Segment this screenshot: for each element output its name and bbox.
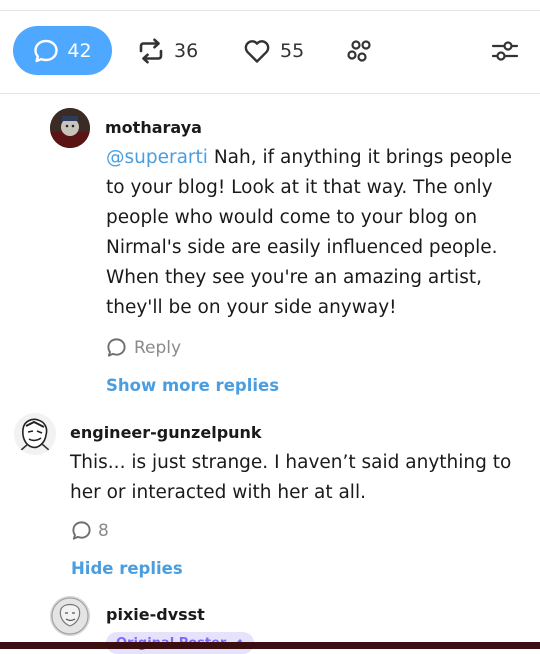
bottom-bar: [0, 642, 540, 649]
comment-icon: [33, 38, 59, 64]
hide-replies-link[interactable]: Hide replies: [71, 559, 183, 578]
show-more-replies-link[interactable]: Show more replies: [106, 376, 279, 395]
mention-link[interactable]: @superarti: [106, 147, 208, 168]
sliders-icon: [491, 38, 519, 64]
comment-text: This... is just strange. I haven’t said …: [70, 452, 512, 503]
reply-bubble-icon: [71, 520, 92, 541]
avatar[interactable]: [50, 596, 90, 636]
likes-count: 55: [280, 39, 305, 62]
filter-button[interactable]: [491, 26, 519, 75]
like-button[interactable]: 55: [243, 26, 304, 75]
share-dots-icon: [347, 38, 375, 64]
replies-count-button[interactable]: 8: [71, 520, 109, 541]
comments-count: 42: [67, 39, 92, 62]
heart-icon: [243, 38, 271, 64]
reply-bubble-icon: [106, 337, 127, 358]
avatar[interactable]: [14, 413, 56, 455]
replies-count: 8: [98, 520, 109, 541]
reblog-icon: [137, 38, 165, 64]
comment-username[interactable]: motharaya: [105, 118, 202, 137]
avatar[interactable]: [50, 108, 90, 148]
post-action-bar: 42 36 55: [0, 11, 540, 94]
reblogs-count: 36: [174, 39, 199, 62]
reply-button[interactable]: Reply: [106, 337, 181, 358]
comment-body: @superarti Nah, if anything it brings pe…: [106, 143, 518, 323]
reblog-button[interactable]: 36: [137, 26, 198, 75]
comment-text: Nah, if anything it brings people to you…: [106, 147, 512, 318]
comment-username[interactable]: engineer-gunzelpunk: [70, 423, 262, 442]
comments-button[interactable]: 42: [13, 26, 112, 75]
share-button[interactable]: [347, 26, 375, 75]
reply-label: Reply: [134, 337, 182, 358]
comment-username[interactable]: pixie-dvsst: [106, 605, 205, 624]
